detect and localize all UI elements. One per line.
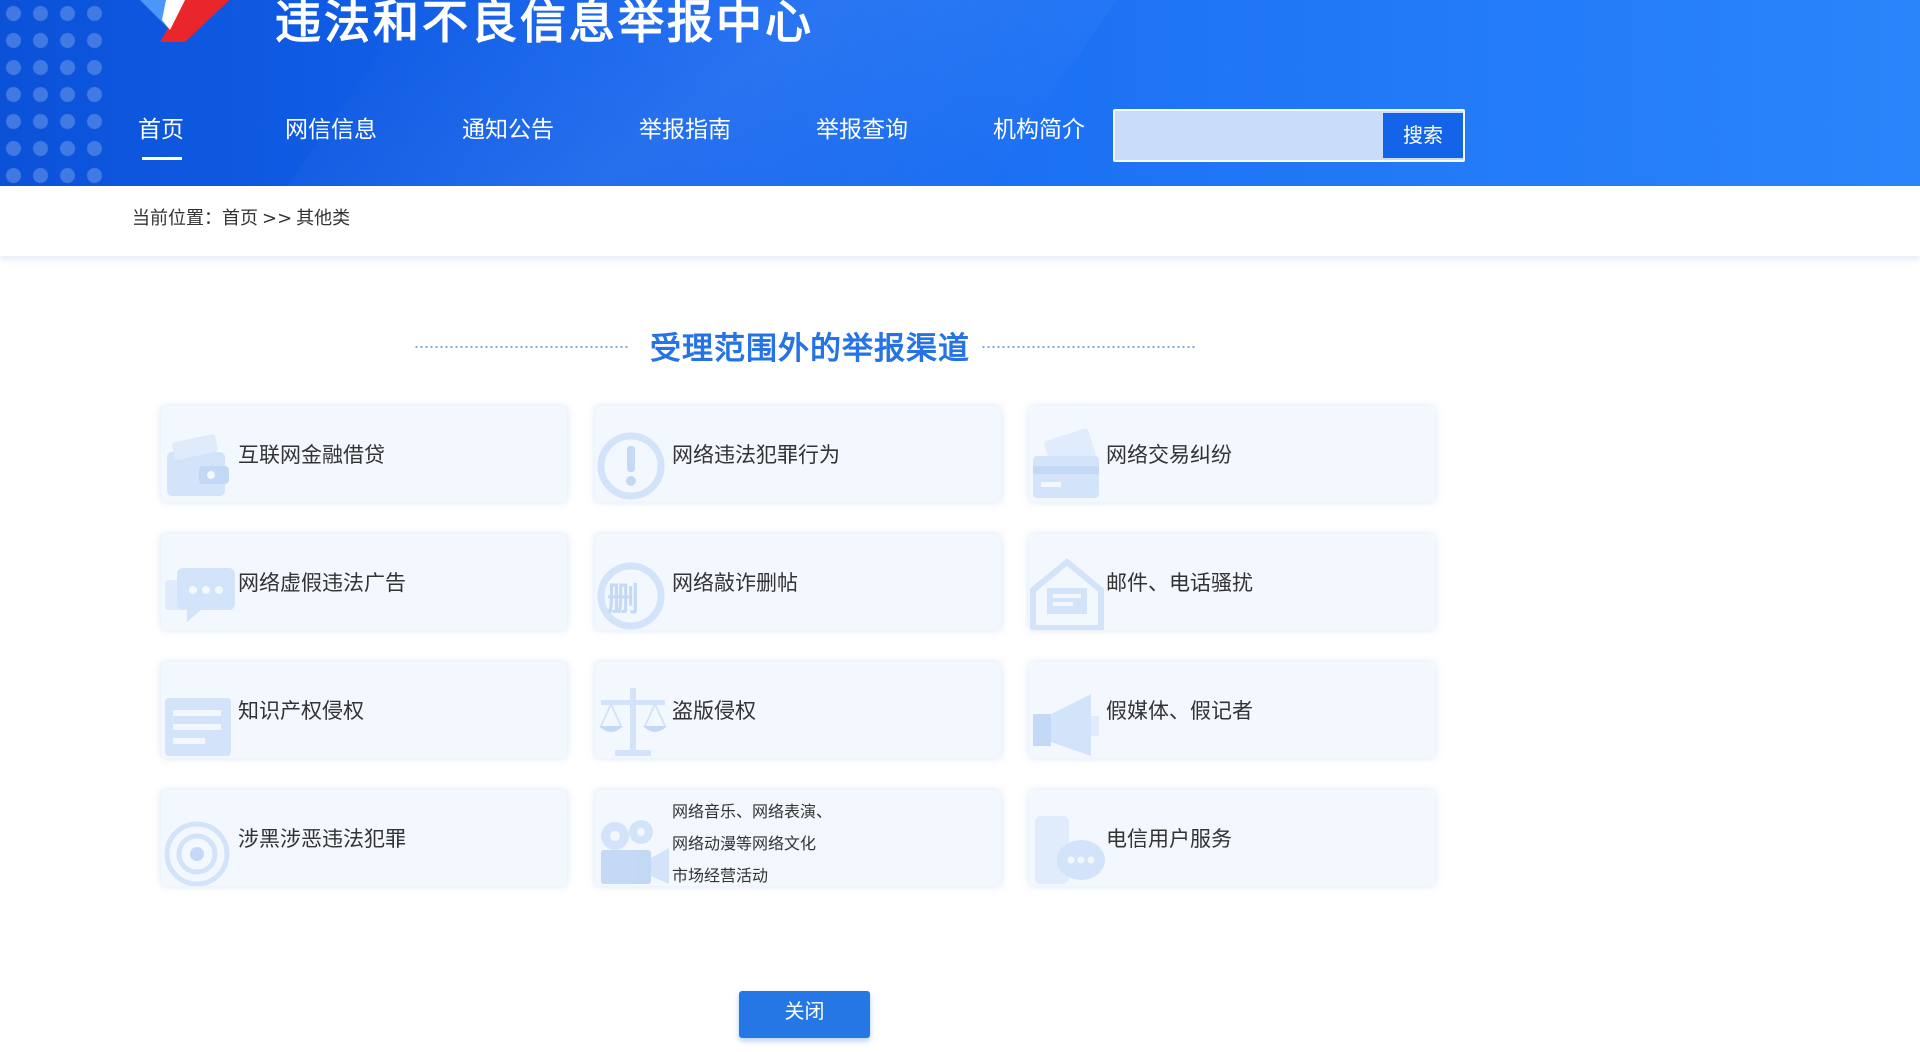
breadcrumb-current: 其他类 (296, 208, 351, 229)
section-title: 受理范围外的举报渠道 (650, 331, 970, 367)
megaphone-icon (1033, 694, 1099, 756)
card-label: 假媒体、假记者 (1106, 699, 1253, 723)
nav-item-report-guide[interactable]: 举报指南 (621, 110, 798, 160)
channel-card[interactable]: 知识产权侵权 (161, 662, 567, 758)
card-label: 网络敲诈删帖 (672, 571, 798, 595)
search-box: 搜索 (1113, 109, 1465, 162)
breadcrumb-bar: 当前位置：首页 >> 其他类 (0, 186, 1920, 256)
channel-card[interactable]: 网络违法犯罪行为 (595, 406, 1001, 502)
channel-card[interactable]: 互联网金融借贷 (161, 406, 567, 502)
card-label: 知识产权侵权 (238, 699, 364, 723)
card-label: 网络交易纠纷 (1106, 443, 1232, 467)
channel-card[interactable]: 盗版侵权 (595, 662, 1001, 758)
card-label: 盗版侵权 (672, 699, 756, 723)
breadcrumb-prefix: 当前位置： (132, 208, 222, 229)
divider-left (414, 346, 628, 348)
channel-card[interactable]: 邮件、电话骚扰 (1029, 534, 1435, 630)
chat-bubble-icon (165, 568, 235, 622)
card-label: 网络虚假违法广告 (238, 571, 406, 595)
credit-card-icon (1033, 428, 1099, 498)
card-label: 互联网金融借贷 (238, 443, 385, 467)
search-button[interactable]: 搜索 (1383, 113, 1463, 158)
card-label: 涉黑涉恶违法犯罪 (238, 827, 406, 851)
card-label-line: 网络动漫等网络文化 (672, 834, 817, 853)
main-nav: 首页 网信信息 通知公告 举报指南 举报查询 机构简介 (120, 110, 1152, 160)
channel-card[interactable]: 删 网络敲诈删帖 (595, 534, 1001, 630)
channel-card[interactable]: 电信用户服务 (1029, 790, 1435, 886)
decorative-dots (0, 0, 110, 186)
card-label: 电信用户服务 (1106, 827, 1232, 851)
film-camera-icon (601, 820, 669, 884)
mail-icon (1030, 558, 1104, 630)
breadcrumb-home-link[interactable]: 首页 (222, 208, 258, 229)
card-label: 网络违法犯罪行为 (672, 443, 840, 467)
target-icon (164, 821, 230, 886)
divider-right (981, 346, 1195, 348)
document-list-icon (165, 698, 231, 756)
channel-card[interactable]: 网络音乐、网络表演、 网络动漫等网络文化 市场经营活动 (595, 790, 1001, 886)
close-button[interactable]: 关闭 (739, 991, 870, 1038)
channel-card[interactable]: 涉黑涉恶违法犯罪 (161, 790, 567, 886)
card-label-line: 网络音乐、网络表演、 (672, 802, 833, 821)
breadcrumb-separator: >> (262, 208, 293, 229)
nav-item-home[interactable]: 首页 (120, 110, 267, 160)
delete-post-icon: 删 (597, 562, 665, 630)
nav-item-notices[interactable]: 通知公告 (444, 110, 621, 160)
breadcrumb: 当前位置：首页 >> 其他类 (132, 204, 350, 230)
channel-card[interactable]: 网络交易纠纷 (1029, 406, 1435, 502)
section-heading: 受理范围外的举报渠道 (414, 318, 1195, 368)
search-input[interactable] (1115, 111, 1381, 160)
nav-item-report-query[interactable]: 举报查询 (798, 110, 975, 160)
nav-item-cac-info[interactable]: 网信信息 (267, 110, 444, 160)
card-label-multiline: 网络音乐、网络表演、 网络动漫等网络文化 市场经营活动 (672, 796, 832, 886)
phone-chat-icon (1035, 816, 1105, 884)
site-logo-icon (140, 0, 230, 42)
alert-circle-icon (597, 432, 665, 500)
svg-text:删: 删 (607, 580, 639, 618)
site-header: 违法和不良信息举报中心 首页 网信信息 通知公告 举报指南 举报查询 机构简介 … (0, 0, 1920, 186)
site-title: 违法和不良信息举报中心 (275, 0, 814, 49)
channel-card[interactable]: 网络虚假违法广告 (161, 534, 567, 630)
scales-icon (599, 688, 667, 756)
wallet-icon (167, 434, 229, 496)
card-label-line: 市场经营活动 (672, 866, 769, 885)
channel-card[interactable]: 假媒体、假记者 (1029, 662, 1435, 758)
card-label: 邮件、电话骚扰 (1106, 571, 1253, 595)
